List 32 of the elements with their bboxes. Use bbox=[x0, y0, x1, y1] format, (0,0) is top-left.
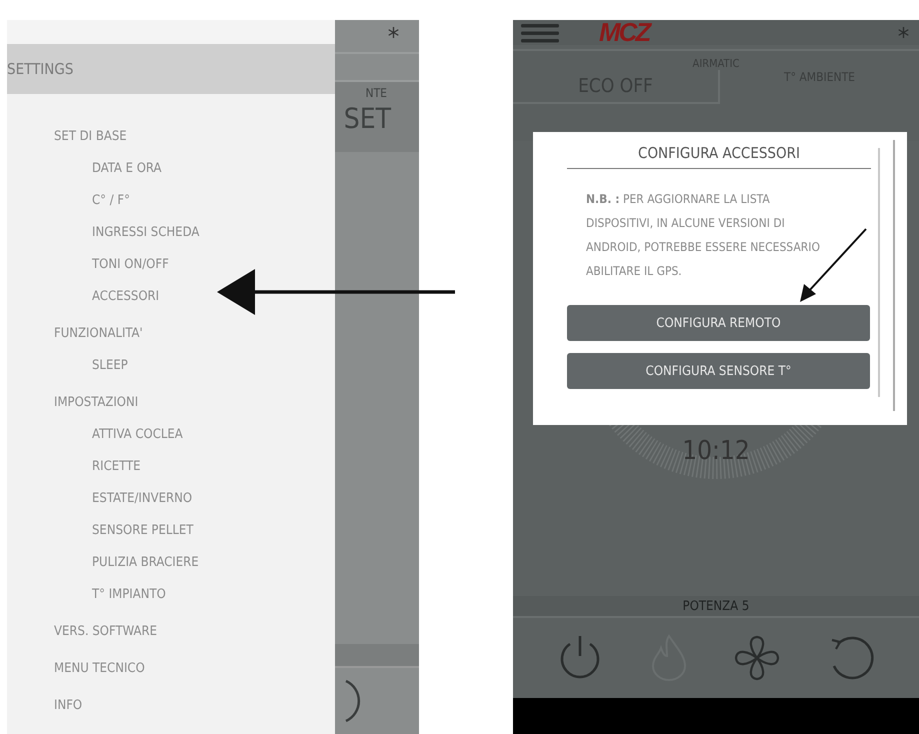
submenu-item[interactable]: ATTIVA COCLEA bbox=[92, 419, 183, 451]
menu-item[interactable]: IMPOSTAZIONI bbox=[54, 387, 138, 419]
dialog-title: CONFIGURA ACCESSORI bbox=[567, 132, 871, 169]
menu-item[interactable]: INFO bbox=[54, 690, 82, 722]
submenu-item[interactable]: C° / F° bbox=[92, 185, 130, 217]
settings-title: SETTINGS bbox=[7, 60, 74, 78]
menu-item[interactable]: SET DI BASE bbox=[54, 121, 127, 153]
submenu-item[interactable]: PULIZIA BRACIERE bbox=[92, 547, 199, 579]
power-level-label: POTENZA 5 bbox=[682, 598, 750, 614]
logo: MCZ bbox=[599, 20, 650, 48]
set-label[interactable]: SET bbox=[344, 102, 391, 135]
temperature-label: NTE bbox=[366, 86, 387, 100]
submenu-item[interactable]: ACCESSORI bbox=[92, 281, 160, 313]
submenu-item[interactable]: TONI ON/OFF bbox=[92, 249, 169, 281]
submenu-item[interactable]: DATA E ORA bbox=[92, 153, 162, 185]
submenu-item[interactable]: T° IMPIANTO bbox=[92, 579, 166, 611]
fan-icon[interactable] bbox=[733, 634, 782, 682]
submenu-item[interactable]: INGRESSI SCHEDA bbox=[92, 217, 200, 249]
submenu-item[interactable]: RICETTE bbox=[92, 451, 141, 483]
snowflake-icon[interactable] bbox=[898, 27, 909, 38]
menu-item[interactable]: FUNZIONALITA' bbox=[54, 318, 143, 350]
submenu-item[interactable]: ESTATE/INVERNO bbox=[92, 483, 192, 515]
submenu-item[interactable]: SLEEP bbox=[92, 350, 128, 382]
dialog-button[interactable]: CONFIGURA REMOTO bbox=[567, 305, 870, 341]
dialog-note: N.B. : PER AGGIORNARE LA LISTA DISPOSITIVI, IN ALCUNE VERSIONI DI ANDROID, POTREBBE ESSERE NECESSARIO ABILITARE IL GPS. bbox=[586, 191, 821, 280]
dialog-button[interactable]: CONFIGURA SENSORE T° bbox=[567, 353, 870, 389]
menu-item[interactable]: VERS. SOFTWARE bbox=[54, 616, 158, 648]
time-label: 10:12 bbox=[682, 436, 750, 466]
snowflake-icon[interactable] bbox=[388, 26, 399, 38]
menu-item[interactable]: MENU TECNICO bbox=[54, 653, 145, 685]
menu-icon[interactable] bbox=[521, 22, 559, 42]
submenu-item[interactable]: SENSORE PELLET bbox=[92, 515, 194, 547]
